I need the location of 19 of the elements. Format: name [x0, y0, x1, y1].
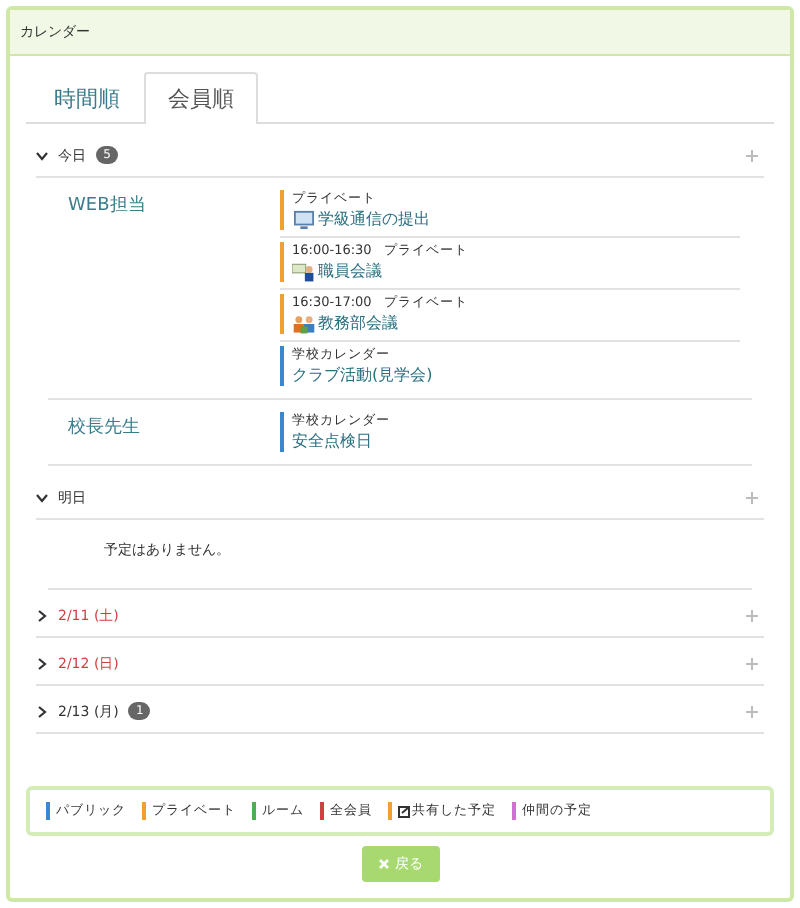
event-title[interactable]: 安全点検日	[292, 430, 372, 452]
meeting-icon	[292, 261, 316, 281]
event-title[interactable]: クラブ活動(見学会)	[292, 364, 433, 386]
chevron-right-icon[interactable]	[36, 609, 48, 621]
people-icon	[292, 313, 316, 333]
chevron-down-icon[interactable]	[36, 149, 48, 161]
tab[interactable]: 会員順	[144, 72, 258, 124]
member-name[interactable]: WEB担当	[68, 196, 146, 216]
chevron-down-icon[interactable]	[36, 491, 48, 503]
member-name[interactable]: 校長先生	[68, 418, 140, 438]
tab[interactable]: 時間順	[30, 72, 144, 124]
event-title[interactable]: 教務部会議	[318, 312, 398, 334]
close-icon	[377, 858, 389, 870]
chevron-right-icon[interactable]	[36, 657, 48, 669]
event-title[interactable]: 職員会議	[318, 260, 382, 282]
share-icon	[398, 805, 410, 817]
event-title[interactable]: 学級通信の提出	[318, 208, 430, 230]
monitor-icon	[292, 209, 316, 229]
chevron-right-icon[interactable]	[36, 705, 48, 717]
